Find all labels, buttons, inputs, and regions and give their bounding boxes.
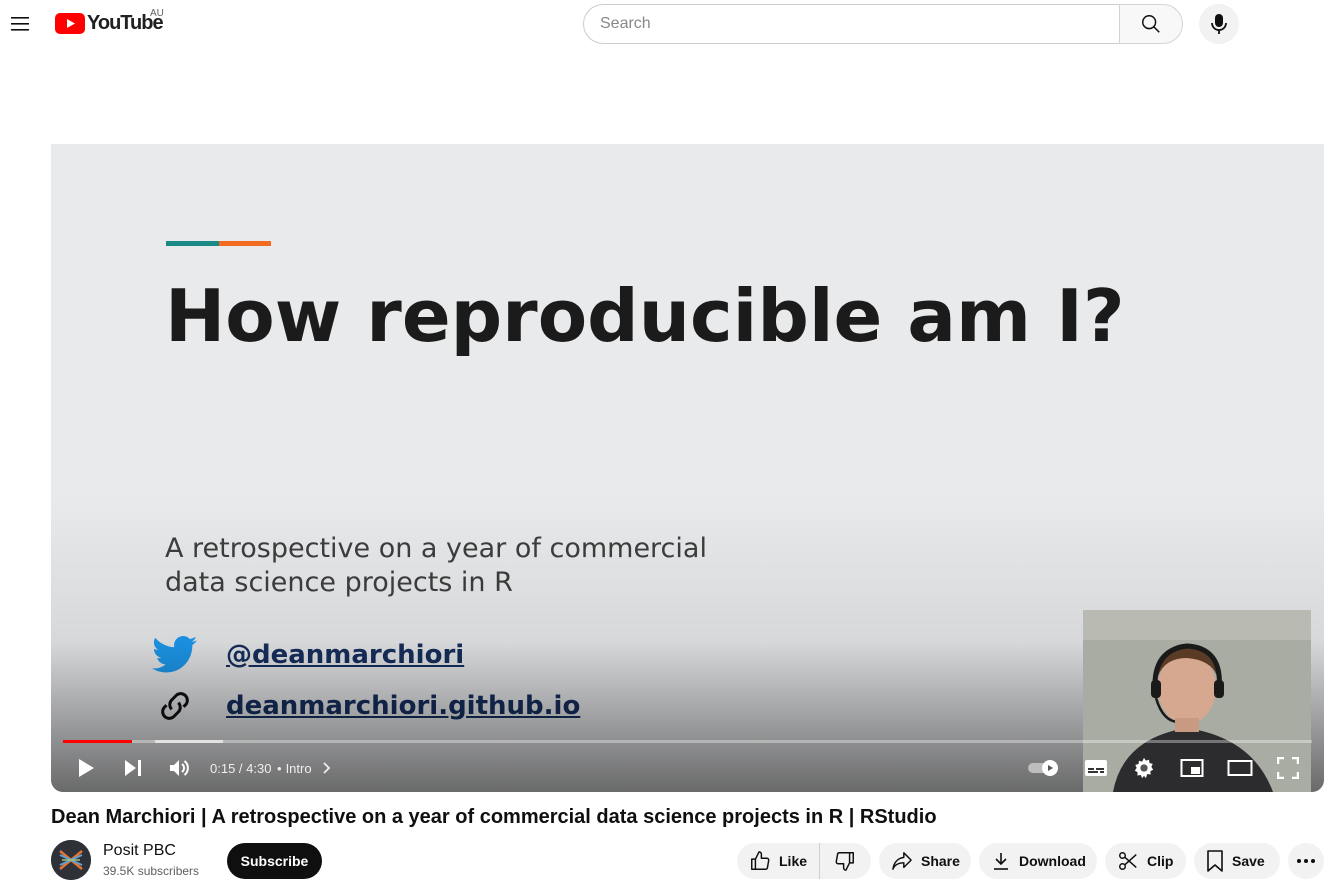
miniplayer-button[interactable] <box>1174 752 1210 784</box>
settings-button[interactable] <box>1126 752 1162 784</box>
more-actions-button[interactable] <box>1288 843 1324 879</box>
fullscreen-icon <box>1277 757 1299 779</box>
fullscreen-button[interactable] <box>1270 752 1306 784</box>
chapter-title: Intro <box>285 761 312 776</box>
download-icon <box>994 853 1008 870</box>
gear-icon <box>1134 757 1154 779</box>
progress-track <box>63 740 1312 743</box>
link-chain-icon <box>161 692 189 720</box>
slide-title: How reproducible am I? <box>165 274 1125 358</box>
slide-website-row: deanmarchiori.github.io <box>152 686 580 726</box>
twitter-bird-icon <box>152 636 198 673</box>
save-button[interactable]: Save <box>1194 843 1280 879</box>
theater-mode-button[interactable] <box>1222 752 1258 784</box>
miniplayer-icon <box>1180 759 1204 777</box>
video-title: Dean Marchiori | A retrospective on a ye… <box>51 806 937 828</box>
slide-subtitle-line2: data science projects in R <box>165 567 513 598</box>
download-label: Download <box>1019 853 1086 869</box>
search-box <box>583 4 1120 44</box>
autoplay-toggle[interactable] <box>1027 752 1063 784</box>
more-horizontal-icon <box>1297 859 1315 863</box>
next-button[interactable] <box>115 752 151 784</box>
save-label: Save <box>1232 853 1265 869</box>
progress-buffered <box>155 740 223 743</box>
chapter-separator: • <box>277 761 282 776</box>
masthead: YouTube AU <box>0 0 1337 56</box>
youtube-logo[interactable]: YouTube <box>55 11 164 35</box>
time-display: 0:15 / 4:30 <box>210 761 272 776</box>
subscribe-button[interactable]: Subscribe <box>227 843 322 879</box>
search-icon <box>1142 15 1160 33</box>
youtube-play-icon <box>55 12 85 34</box>
player-controls: 0:15 / 4:30 • Intro <box>51 752 1324 792</box>
like-label: Like <box>779 853 808 869</box>
slide-subtitle: A retrospective on a year of commercial … <box>165 532 725 600</box>
website-link: deanmarchiori.github.io <box>226 691 581 721</box>
menu-icon[interactable] <box>2 6 38 42</box>
dislike-button[interactable] <box>820 843 856 879</box>
bookmark-icon <box>1207 850 1223 872</box>
posit-logo-icon <box>51 840 91 880</box>
like-dislike-group: Like <box>737 843 871 879</box>
twitter-handle: @deanmarchiori <box>226 640 465 670</box>
share-label: Share <box>921 853 960 869</box>
play-icon <box>79 759 94 777</box>
progress-played <box>63 740 132 743</box>
autoplay-toggle-icon <box>1028 760 1058 776</box>
country-code: AU <box>150 8 164 19</box>
progress-bar[interactable] <box>63 740 1312 743</box>
subtitles-button[interactable] <box>1078 752 1114 784</box>
share-button[interactable]: Share <box>879 843 971 879</box>
channel-avatar[interactable] <box>51 840 91 880</box>
chapter-button[interactable]: • Intro <box>277 761 331 776</box>
thumbs-up-icon <box>751 851 770 870</box>
slide-subtitle-line1: A retrospective on a year of commercial <box>165 533 707 564</box>
subscriber-count: 39.5K subscribers <box>103 864 200 878</box>
thumbs-down-icon <box>835 852 854 871</box>
share-arrow-icon <box>892 852 912 870</box>
scissors-icon <box>1119 852 1137 870</box>
voice-search-button[interactable] <box>1199 4 1239 44</box>
volume-icon <box>170 760 189 776</box>
slide-accent-bar <box>166 241 271 246</box>
chevron-right-icon <box>323 762 331 774</box>
channel-name[interactable]: Posit PBC <box>103 842 176 860</box>
subtitles-icon <box>1085 760 1107 776</box>
microphone-icon <box>1211 14 1227 34</box>
volume-button[interactable] <box>162 752 198 784</box>
next-icon <box>125 760 141 776</box>
download-button[interactable]: Download <box>979 843 1097 879</box>
like-button[interactable]: Like <box>737 843 821 879</box>
theater-mode-icon <box>1227 760 1253 776</box>
clip-label: Clip <box>1147 853 1174 869</box>
search-button[interactable] <box>1119 4 1183 44</box>
play-button[interactable] <box>68 752 104 784</box>
clip-button[interactable]: Clip <box>1105 843 1186 879</box>
search-input[interactable] <box>600 15 1120 33</box>
video-player[interactable]: How reproducible am I? A retrospective o… <box>51 144 1324 792</box>
slide-twitter-row: @deanmarchiori <box>152 636 464 674</box>
